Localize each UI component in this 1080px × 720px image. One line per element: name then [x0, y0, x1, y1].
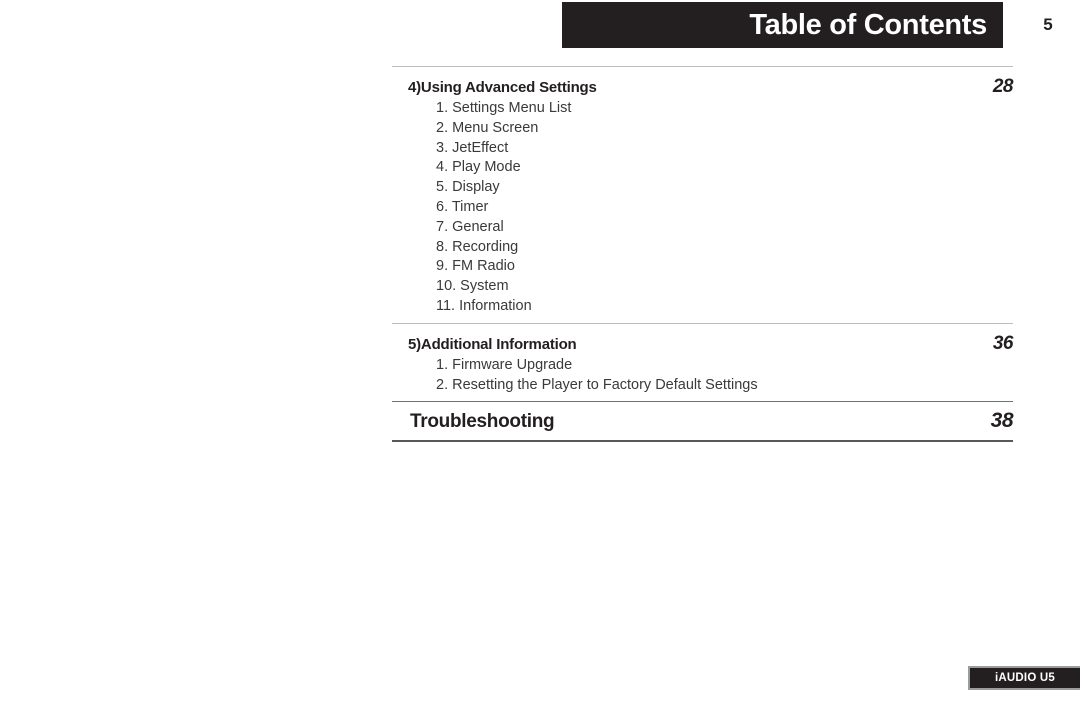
list-item[interactable]: 3. JetEffect [436, 139, 1013, 159]
product-footer-badge: iAUDIO U5 [968, 666, 1080, 690]
toc-section-title: 4)Using Advanced Settings [408, 79, 597, 96]
page-title: Table of Contents [749, 8, 987, 41]
toc-entry-troubleshooting[interactable]: Troubleshooting 38 [392, 402, 1014, 440]
list-item[interactable]: 6. Timer [436, 198, 1013, 218]
troubleshooting-divider-bottom [392, 440, 1013, 443]
toc-section-additional-information: 5)Additional Information 36 1. Firmware … [392, 324, 1014, 402]
page-number: 5 [1043, 15, 1053, 34]
toc-entry-page: 38 [990, 409, 1014, 433]
list-item[interactable]: 7. General [436, 218, 1013, 238]
toc-subitem-list: 1. Settings Menu List 2. Menu Screen 3. … [392, 99, 1013, 323]
toc-section-page: 28 [992, 76, 1014, 97]
list-item[interactable]: 1. Firmware Upgrade [436, 356, 1013, 376]
list-item[interactable]: 2. Resetting the Player to Factory Defau… [436, 376, 1013, 396]
toc-entry-title: Troubleshooting [410, 411, 555, 433]
toc-section-header[interactable]: 4)Using Advanced Settings 28 [392, 71, 1014, 99]
product-name-label: iAUDIO U5 [995, 672, 1055, 684]
list-item[interactable]: 4. Play Mode [436, 158, 1013, 178]
list-item[interactable]: 5. Display [436, 178, 1013, 198]
toc-section-header[interactable]: 5)Additional Information 36 [392, 328, 1014, 356]
list-item[interactable]: 9. FM Radio [436, 257, 1013, 277]
list-item[interactable]: 11. Information [436, 297, 1013, 317]
table-of-contents-header-bar: Table of Contents [562, 2, 1003, 48]
toc-subitem-list: 1. Firmware Upgrade 2. Resetting the Pla… [392, 356, 1013, 402]
toc-section-using-advanced-settings: 4)Using Advanced Settings 28 1. Settings… [392, 67, 1014, 323]
toc-section-page: 36 [992, 332, 1014, 354]
list-item[interactable]: 2. Menu Screen [436, 119, 1013, 139]
table-of-contents-list: 4)Using Advanced Settings 28 1. Settings… [392, 66, 1014, 443]
list-item[interactable]: 1. Settings Menu List [436, 99, 1013, 119]
list-item[interactable]: 8. Recording [436, 238, 1013, 258]
toc-section-title: 5)Additional Information [408, 335, 577, 353]
list-item[interactable]: 10. System [436, 277, 1013, 297]
